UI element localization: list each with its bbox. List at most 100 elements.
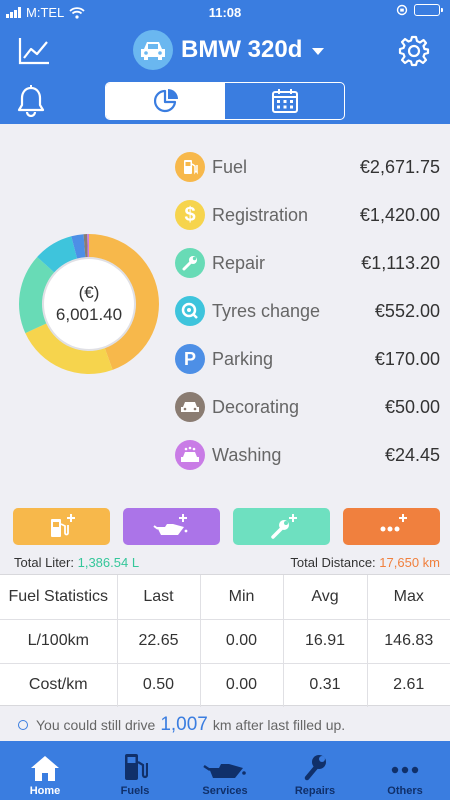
expense-row-parking[interactable]: P Parking €170.00 <box>175 335 440 383</box>
wrench-icon <box>175 248 205 278</box>
totals-row: Total Liter: 1,386.54 L Total Distance: … <box>0 553 450 573</box>
table-header: Fuel Statistics <box>0 575 118 620</box>
expense-row-registration[interactable]: $ Registration €1,420.00 <box>175 191 440 239</box>
tab-label: Fuels <box>120 785 150 797</box>
orientation-lock-icon <box>396 4 408 16</box>
total-distance-value: 17,650 km <box>379 555 440 570</box>
oil-can-icon <box>203 764 246 778</box>
fuel-pump-plus-icon <box>50 513 75 537</box>
car-avatar <box>133 30 173 70</box>
view-switcher <box>105 82 345 120</box>
app-header: M:TEL 11:08 BMW 320d <box>0 0 450 124</box>
add-other-button[interactable] <box>343 508 440 545</box>
car-name: BMW 320d <box>181 36 303 63</box>
expense-value: €170.00 <box>374 348 440 369</box>
add-repair-button[interactable] <box>233 508 330 545</box>
note-value: 1,007 <box>160 714 208 735</box>
expense-row-washing[interactable]: Washing €24.45 <box>175 431 440 479</box>
expense-row-fuel[interactable]: Fuel €2,671.75 <box>175 143 440 191</box>
expense-donut-chart[interactable]: (€) 6,001.40 <box>17 232 161 376</box>
table-cell: 146.83 <box>367 619 450 664</box>
calendar-icon <box>271 89 298 113</box>
expense-value: €24.45 <box>384 444 440 465</box>
expense-value: €552.00 <box>374 300 440 321</box>
bell-icon[interactable] <box>16 85 46 117</box>
add-fuel-button[interactable] <box>13 508 110 545</box>
total-liter-value: 1,386.54 L <box>77 555 140 570</box>
fuel-statistics-table: Fuel Statistics Last Min Avg Max L/100km… <box>0 574 450 707</box>
chevron-down-icon <box>312 47 325 55</box>
gear-icon[interactable] <box>398 35 430 67</box>
table-cell: 2.61 <box>393 676 425 694</box>
table-row: L/100km 22.65 0.00 16.91 146.83 <box>0 619 450 664</box>
table-header: Max <box>367 575 450 620</box>
car-decorating-icon <box>175 392 205 422</box>
total-liter-label: Total Liter: <box>14 555 74 570</box>
note-prefix: You could still drive <box>36 717 156 733</box>
table-header: Avg <box>283 575 368 620</box>
table-cell: 16.91 <box>283 619 368 664</box>
expense-name: Fuel <box>212 156 248 177</box>
table-cell: 0.00 <box>200 619 284 664</box>
tab-label: Repairs <box>294 785 336 797</box>
pie-chart-icon <box>153 89 178 113</box>
expense-row-tyres[interactable]: Tyres change €552.00 <box>175 287 440 335</box>
car-selector[interactable]: BMW 320d <box>133 29 325 71</box>
remaining-range-note: You could still drive 1,007 km after las… <box>0 710 450 740</box>
tab-label: Home <box>29 785 61 797</box>
info-dot-icon <box>18 720 28 730</box>
table-header: Min <box>200 575 284 620</box>
more-plus-icon <box>380 513 407 531</box>
bottom-tab-bar: Home Fuels Services Repairs Others <box>0 741 450 800</box>
tab-label: Services <box>202 785 248 797</box>
more-icon <box>391 766 419 774</box>
status-time: 11:08 <box>208 5 242 20</box>
total-amount: 6,001.40 <box>55 305 123 324</box>
tab-repairs[interactable]: Repairs <box>270 741 360 800</box>
tab-fuels[interactable]: Fuels <box>90 741 180 800</box>
battery-icon <box>414 4 443 16</box>
total-liter: Total Liter: 1,386.54 L <box>14 555 139 570</box>
table-header-row: Fuel Statistics Last Min Avg Max <box>0 575 450 620</box>
expense-name: Tyres change <box>212 300 321 321</box>
fuel-pump-icon <box>175 152 205 182</box>
dollar-icon: $ <box>175 200 205 230</box>
expense-name: Washing <box>212 444 282 465</box>
add-service-button[interactable] <box>123 508 220 545</box>
expense-value: €1,113.20 <box>361 252 440 273</box>
table-cell: 0.31 <box>283 663 368 707</box>
table-header: Last <box>117 575 201 620</box>
expense-value: €1,420.00 <box>359 204 440 225</box>
statistics-chart-icon[interactable] <box>18 37 50 65</box>
tab-label: Others <box>387 785 423 797</box>
table-cell: 22.65 <box>117 619 201 664</box>
oil-can-plus-icon <box>152 513 187 535</box>
table-cell: 0.00 <box>200 663 284 707</box>
expense-name: Repair <box>212 252 266 273</box>
tab-pie-chart[interactable] <box>106 83 225 119</box>
table-cell: L/100km <box>0 619 118 664</box>
wrench-icon <box>304 755 326 781</box>
expense-name: Registration <box>212 204 309 225</box>
wrench-plus-icon <box>270 513 297 539</box>
currency-label: (€) <box>78 283 100 302</box>
tab-calendar[interactable] <box>225 83 344 119</box>
tab-others[interactable]: Others <box>360 741 450 800</box>
expense-row-repair[interactable]: Repair €1,113.20 <box>175 239 440 287</box>
quick-add-bar <box>13 508 440 545</box>
tab-home[interactable]: Home <box>0 741 90 800</box>
total-distance: Total Distance: 17,650 km <box>290 555 440 570</box>
car-icon <box>141 42 165 60</box>
total-distance-label: Total Distance: <box>290 555 376 570</box>
parking-icon: P <box>175 344 205 374</box>
expense-value: €50.00 <box>384 396 440 417</box>
tyre-icon <box>175 296 205 326</box>
expense-value: €2,671.75 <box>359 156 440 177</box>
table-row: Cost/km 0.50 0.00 0.31 2.61 <box>0 663 450 707</box>
status-bar: M:TEL 11:08 <box>0 0 450 24</box>
expense-row-decorating[interactable]: Decorating €50.00 <box>175 383 440 431</box>
home-icon <box>31 756 59 781</box>
car-wash-icon <box>175 440 205 470</box>
tab-services[interactable]: Services <box>180 741 270 800</box>
expense-name: Decorating <box>212 396 300 417</box>
